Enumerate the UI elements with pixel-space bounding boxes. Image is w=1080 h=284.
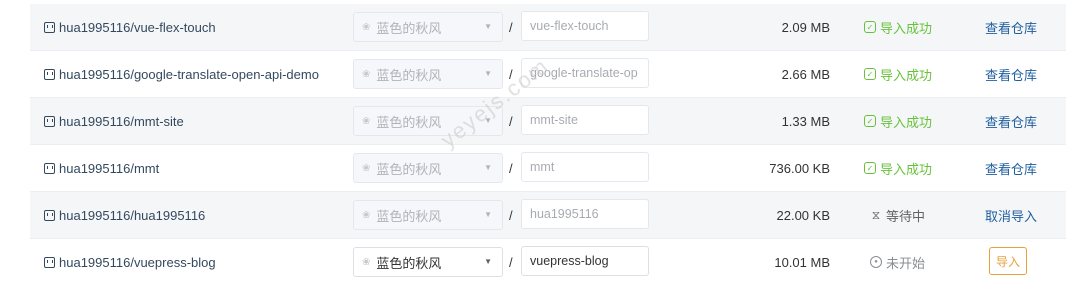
caret-down-icon: ▼ <box>484 210 492 219</box>
repo-icon <box>44 209 55 221</box>
owner-select-value: 蓝色的秋风 <box>376 161 442 177</box>
view-repo-link[interactable]: 查看仓库 <box>985 145 1037 191</box>
table-row: hua1995116/vue-flex-touch ❀ 蓝色的秋风 ▼ / vue-… <box>30 4 1066 51</box>
repo-size: 22.00 KB <box>776 207 831 223</box>
path-separator: / <box>509 66 513 82</box>
owner-select: ❀ 蓝色的秋风 ▼ <box>353 106 503 136</box>
import-button[interactable]: 导入 <box>989 247 1028 275</box>
owner-select: ❀ 蓝色的秋风 ▼ <box>353 153 503 183</box>
repo-name-input[interactable]: vuepress-blog <box>521 246 649 276</box>
repo-name[interactable]: hua1995116/mmt-site <box>59 114 184 129</box>
check-circle-icon: ✓ <box>864 68 876 80</box>
status-text: 导入成功 <box>880 114 933 130</box>
check-circle-icon: ✓ <box>864 115 876 127</box>
status-text: 导入成功 <box>880 161 933 177</box>
path-separator: / <box>509 160 513 176</box>
repo-icon <box>44 115 55 127</box>
status-badge: ✓ 导入成功 <box>864 98 932 144</box>
path-separator: / <box>509 19 513 35</box>
repo-cell[interactable]: hua1995116/mmt-site <box>44 98 184 144</box>
avatar: ❀ <box>362 162 371 174</box>
caret-down-icon: ▼ <box>484 257 492 266</box>
status-badge: ✓ 导入成功 <box>864 51 932 97</box>
caret-down-icon: ▼ <box>484 22 492 31</box>
owner-select: ❀ 蓝色的秋风 ▼ <box>353 12 503 42</box>
status-badge: ✓ 导入成功 <box>864 4 932 50</box>
caret-down-icon: ▼ <box>484 163 492 172</box>
path-separator: / <box>509 113 513 129</box>
repo-size: 1.33 MB <box>781 113 830 129</box>
repo-icon <box>44 68 55 80</box>
table-row: hua1995116/vuepress-blog ❀ 蓝色的秋风 ▼ / vuepr… <box>30 239 1066 284</box>
repo-cell[interactable]: hua1995116/hua1995116 <box>44 192 205 238</box>
status-text: 未开始 <box>886 255 926 271</box>
check-circle-icon: ✓ <box>864 21 876 33</box>
avatar: ❀ <box>362 68 371 80</box>
owner-select-value: 蓝色的秋风 <box>376 114 442 130</box>
repo-size: 10.01 MB <box>774 254 830 270</box>
repo-size: 736.00 KB <box>769 160 830 176</box>
status-text: 导入成功 <box>880 67 933 83</box>
view-repo-link[interactable]: 查看仓库 <box>985 98 1037 144</box>
repo-name[interactable]: hua1995116/hua1995116 <box>59 208 205 223</box>
table-row: hua1995116/google-translate-open-api-dem… <box>30 51 1066 98</box>
repo-name[interactable]: hua1995116/mmt <box>59 161 159 176</box>
owner-select[interactable]: ❀ 蓝色的秋风 ▼ <box>353 247 503 277</box>
repo-import-table: hua1995116/vue-flex-touch ❀ 蓝色的秋风 ▼ / vue-… <box>0 0 1080 284</box>
repo-cell[interactable]: hua1995116/mmt <box>44 145 159 191</box>
status-badge: ✓ 导入成功 <box>864 145 932 191</box>
repo-icon <box>44 162 55 174</box>
caret-down-icon: ▼ <box>484 116 492 125</box>
repo-name-input: google-translate-op <box>521 58 649 88</box>
view-repo-link[interactable]: 查看仓库 <box>985 4 1037 50</box>
repo-size: 2.09 MB <box>781 19 830 35</box>
path-separator: / <box>509 207 513 223</box>
caret-down-icon: ▼ <box>484 69 492 78</box>
repo-name-input: mmt-site <box>521 105 649 135</box>
view-repo-link[interactable]: 查看仓库 <box>985 51 1037 97</box>
owner-select-value: 蓝色的秋风 <box>376 208 442 224</box>
repo-size: 2.66 MB <box>781 66 830 82</box>
dot-circle-icon: ● <box>870 256 882 268</box>
repo-icon <box>44 21 55 33</box>
avatar: ❀ <box>362 21 371 33</box>
path-separator: / <box>509 254 513 270</box>
check-circle-icon: ✓ <box>864 162 876 174</box>
cancel-import-button[interactable]: 取消导入 <box>985 192 1037 238</box>
table-row: hua1995116/mmt ❀ 蓝色的秋风 ▼ / mmt 736.00 KB ✓… <box>30 145 1066 192</box>
owner-select-value: 蓝色的秋风 <box>376 255 442 271</box>
owner-select-value: 蓝色的秋风 <box>376 67 442 83</box>
avatar: ❀ <box>362 209 371 221</box>
owner-select: ❀ 蓝色的秋风 ▼ <box>353 200 503 230</box>
repo-name[interactable]: hua1995116/google-translate-open-api-dem… <box>59 67 319 82</box>
avatar: ❀ <box>362 256 371 268</box>
status-text: 导入成功 <box>880 20 933 36</box>
repo-cell[interactable]: hua1995116/vuepress-blog <box>44 239 216 284</box>
owner-select-value: 蓝色的秋风 <box>376 20 442 36</box>
table-row: hua1995116/hua1995116 ❀ 蓝色的秋风 ▼ / hua19951… <box>30 192 1066 239</box>
repo-name[interactable]: hua1995116/vuepress-blog <box>59 255 216 270</box>
repo-name-input: hua1995116 <box>521 199 649 229</box>
repo-name[interactable]: hua1995116/vue-flex-touch <box>59 20 216 35</box>
status-text: 等待中 <box>886 208 926 224</box>
owner-select: ❀ 蓝色的秋风 ▼ <box>353 59 503 89</box>
status-badge: ⧖ 等待中 <box>870 192 925 238</box>
repo-name-input: mmt <box>521 152 649 182</box>
avatar: ❀ <box>362 115 371 127</box>
status-badge: ● 未开始 <box>870 239 925 284</box>
hourglass-icon: ⧖ <box>871 207 881 222</box>
repo-icon <box>44 256 55 268</box>
repo-cell[interactable]: hua1995116/vue-flex-touch <box>44 4 216 50</box>
repo-cell[interactable]: hua1995116/google-translate-open-api-dem… <box>44 51 319 97</box>
table-row: hua1995116/mmt-site ❀ 蓝色的秋风 ▼ / mmt-site 1… <box>30 98 1066 145</box>
repo-name-input: vue-flex-touch <box>521 11 649 41</box>
